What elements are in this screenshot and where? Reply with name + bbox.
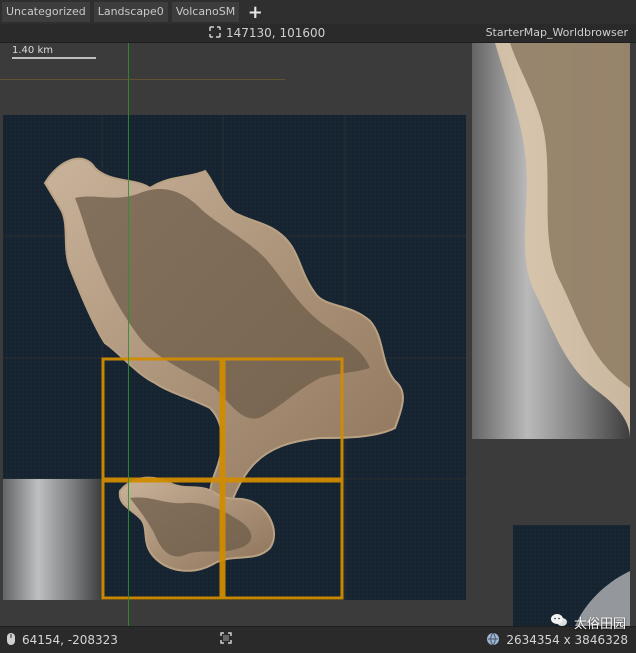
- scale-bar: [12, 57, 96, 59]
- axis-line-horizontal: [0, 79, 285, 80]
- axis-line-vertical: [128, 43, 129, 626]
- map-title: StarterMap_Worldbrowser: [485, 26, 628, 39]
- tab-landscape0[interactable]: Landscape0: [93, 2, 168, 22]
- top-coords-text: 147130, 101600: [226, 26, 326, 40]
- metal-tile-left[interactable]: [3, 479, 103, 600]
- top-coordinates: 147130, 101600: [208, 24, 325, 42]
- tab-volcanosm[interactable]: VolcanoSM: [171, 2, 240, 22]
- add-tab-button[interactable]: +: [245, 2, 265, 23]
- frame-icon: [219, 630, 233, 649]
- tab-uncategorized[interactable]: Uncategorized: [2, 2, 90, 22]
- crosshair-icon: [208, 25, 222, 42]
- globe-icon: [486, 632, 500, 649]
- mouse-position: 64154, -208323: [6, 627, 118, 653]
- world-composition-viewport[interactable]: 1.40 km: [0, 43, 636, 626]
- watermark: 太俗田园: [550, 612, 626, 632]
- mouse-coords-text: 64154, -208323: [22, 633, 118, 647]
- wechat-icon: [550, 612, 568, 632]
- world-toolbar: 147130, 101600 StarterMap_Worldbrowser: [0, 24, 636, 43]
- mouse-icon: [6, 632, 16, 649]
- level-tabs: Uncategorized Landscape0 VolcanoSM +: [0, 0, 636, 24]
- world-size-text: 2634354 x 3846328: [506, 633, 628, 647]
- watermark-text: 太俗田园: [573, 616, 626, 632]
- status-bar: 64154, -208323 2634354 x 3846328: [0, 626, 636, 653]
- world-map-canvas[interactable]: [0, 43, 636, 626]
- scale-label: 1.40 km: [12, 45, 53, 56]
- fit-view-button[interactable]: [218, 631, 234, 647]
